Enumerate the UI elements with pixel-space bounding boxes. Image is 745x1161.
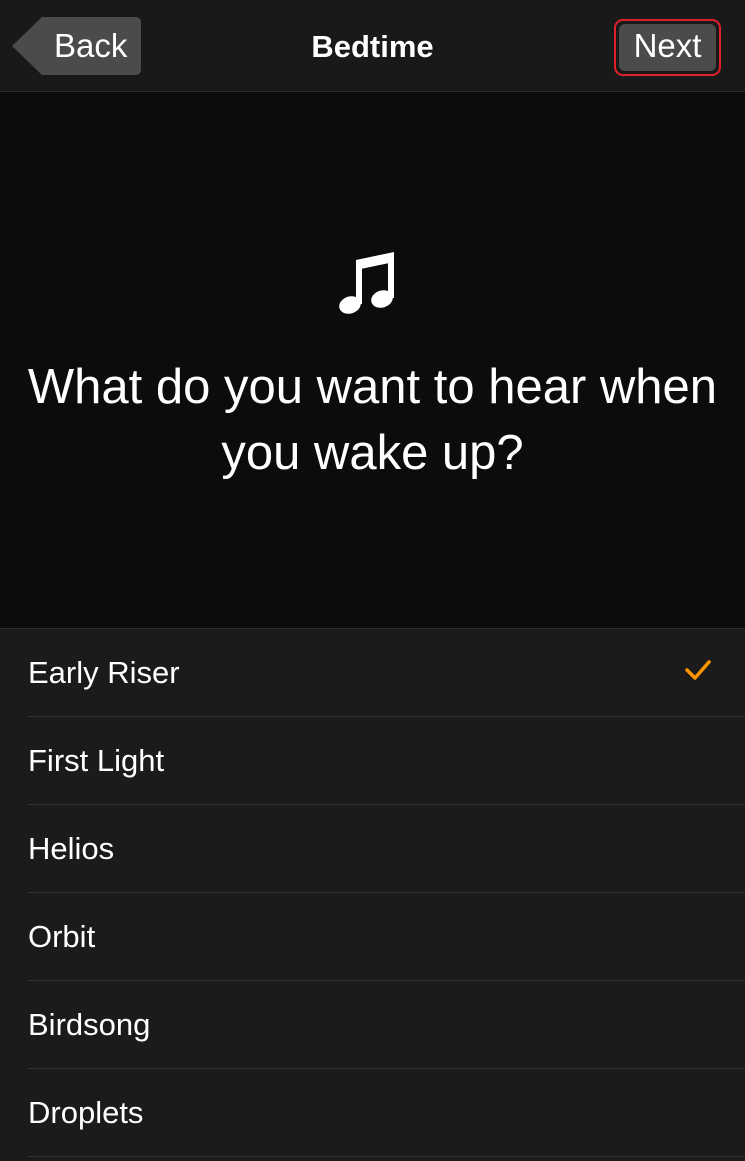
- music-note-icon: [339, 252, 394, 314]
- sound-option-droplets[interactable]: Droplets: [28, 1069, 745, 1157]
- wake-sound-list: Early Riser First Light Helios Orbit Bir…: [0, 628, 745, 1161]
- sound-option-label: Helios: [28, 831, 115, 866]
- sound-option-early-riser[interactable]: Early Riser: [28, 629, 745, 717]
- checkmark-icon: [685, 660, 711, 680]
- sound-option-label: Droplets: [28, 1095, 144, 1130]
- wake-sound-prompt: What do you want to hear when you wake u…: [27, 360, 718, 480]
- sound-option-label: First Light: [28, 743, 165, 778]
- sound-option-orbit[interactable]: Orbit: [28, 893, 745, 981]
- sound-option-helios[interactable]: Helios: [28, 805, 745, 893]
- navigation-bar: Back Bedtime Next: [0, 0, 745, 92]
- sound-option-first-light[interactable]: First Light: [28, 717, 745, 805]
- next-button[interactable]: Next: [614, 19, 721, 76]
- sound-option-label: Birdsong: [28, 1007, 151, 1042]
- sound-option-birdsong[interactable]: Birdsong: [28, 981, 745, 1069]
- sound-option-label: Early Riser: [28, 655, 180, 690]
- wake-sound-header: What do you want to hear when you wake u…: [0, 92, 745, 628]
- next-button-label: Next: [633, 27, 702, 64]
- sound-option-label: Orbit: [28, 919, 96, 954]
